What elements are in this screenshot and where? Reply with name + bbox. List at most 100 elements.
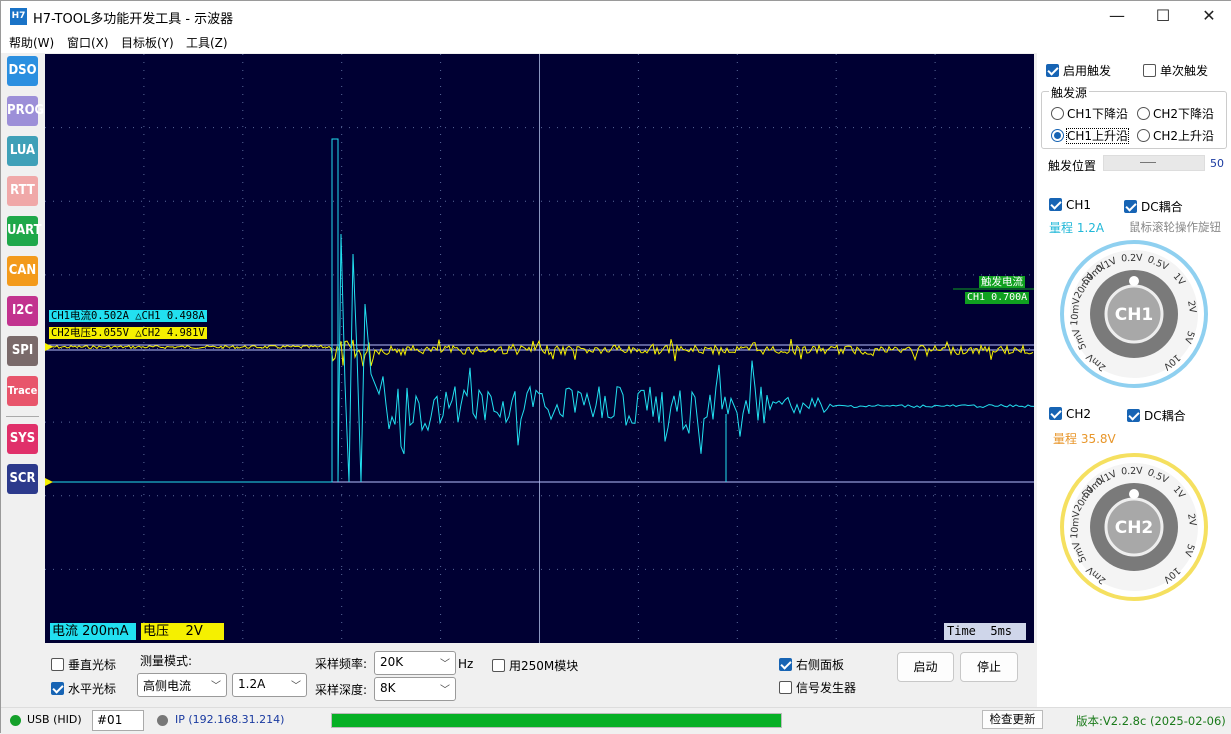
enable-trigger-checkbox[interactable]: 启用触发 (1046, 62, 1111, 79)
maximize-button[interactable]: ☐ (1140, 1, 1186, 31)
trigger-level-value: CH1 0.700A (965, 292, 1030, 304)
menu-target[interactable]: 目标板(Y) (121, 34, 174, 51)
ch2-dc-checkbox[interactable]: DC耦合 (1127, 407, 1186, 424)
knob-indicator (1129, 276, 1139, 286)
right-panel-label: 右侧面板 (796, 658, 845, 672)
sidebar-button-sys[interactable]: SYS (7, 424, 38, 454)
sidebar-button-can[interactable]: CAN (7, 256, 38, 286)
sample-rate-select[interactable]: 20K ﹀ (374, 651, 456, 675)
knob-label: CH2 (1115, 518, 1154, 538)
radio-ch1-rising[interactable]: CH1上升沿 (1051, 127, 1130, 144)
range-select[interactable]: 1.2A ﹀ (232, 673, 307, 697)
oscilloscope-display[interactable]: CH1电流0.502A △CH1 0.498A CH2电压5.055V △CH2… (45, 54, 1034, 643)
chevron-down-icon: ﹀ (440, 659, 450, 670)
checkbox-checked-icon (51, 682, 64, 695)
slider-thumb[interactable] (1140, 162, 1156, 163)
single-trigger-label: 单次触发 (1160, 64, 1209, 78)
app-window: H7 H7-TOOL多功能开发工具 - 示波器 — ☐ ✕ 帮助(W) 窗口(X… (0, 0, 1231, 734)
check-update-button[interactable]: 检查更新 (982, 710, 1043, 729)
app-icon: H7 (10, 8, 27, 25)
checkbox-checked-icon (1049, 407, 1062, 420)
close-button[interactable]: ✕ (1186, 1, 1231, 31)
ip-status: IP (192.168.31.214) (175, 713, 285, 726)
checkbox-checked-icon (1127, 409, 1140, 422)
sample-depth-select[interactable]: 8K ﹀ (374, 677, 456, 701)
sample-rate-label: 采样频率: (315, 657, 368, 671)
ch1-range: 量程 1.2A (1049, 221, 1105, 235)
device-value: #01 (97, 713, 123, 727)
time-scale-value: 5ms (990, 624, 1013, 638)
ch2-range-knob[interactable]: CH20.1V 0.2V 0.5V1V2V5V10V2mV5mV10mV20mV50… (1060, 453, 1208, 601)
checkbox-checked-icon (779, 658, 792, 671)
stop-button[interactable]: 停止 (960, 652, 1018, 682)
measure-mode-label: 测量模式: (140, 654, 193, 668)
radio-ch2-falling-label: CH2下降沿 (1153, 107, 1215, 121)
ch1-dc-label: DC耦合 (1141, 200, 1183, 214)
sidebar-button-uart[interactable]: UART (7, 216, 42, 246)
ch1-range-knob[interactable]: CH10.1V 0.2V 0.5V1V2V5V10V2mV5mV10mV20mV50… (1060, 240, 1208, 388)
title-bar: H7 H7-TOOL多功能开发工具 - 示波器 — ☐ ✕ (1, 1, 1231, 31)
trigger-position-slider[interactable] (1103, 155, 1205, 171)
signal-generator-label: 信号发生器 (796, 681, 857, 695)
knob-tick-label: 2V (1185, 513, 1198, 528)
measure-mode-select[interactable]: 高侧电流 ﹀ (137, 673, 227, 697)
ch1-enable-checkbox[interactable]: CH1 (1049, 198, 1091, 212)
checkbox-unchecked-icon (1143, 64, 1156, 77)
sidebar-button-trace[interactable]: Trace (7, 376, 38, 406)
checkbox-checked-icon (1049, 198, 1062, 211)
horizontal-cursor-checkbox[interactable]: 水平光标 (51, 680, 116, 697)
vertical-cursor-checkbox[interactable]: 垂直光标 (51, 656, 116, 673)
ch1-dc-checkbox[interactable]: DC耦合 (1124, 198, 1183, 215)
checkbox-checked-icon (1046, 64, 1059, 77)
menu-window[interactable]: 窗口(X) (67, 34, 109, 51)
radio-ch1-rising-label: CH1上升沿 (1065, 128, 1130, 144)
sidebar-button-i2c[interactable]: I2C (7, 296, 38, 326)
time-scale-name: Time (947, 624, 976, 638)
menu-tools[interactable]: 工具(Z) (186, 34, 228, 51)
knob-hint: 鼠标滚轮操作旋钮 (1129, 220, 1221, 234)
right-panel: 启用触发 单次触发 触发源 CH1下降沿 CH2下降沿 CH1上升沿 CH2上升… (1037, 53, 1231, 707)
knob-indicator (1129, 489, 1139, 499)
ch2-enable-checkbox[interactable]: CH2 (1049, 407, 1091, 421)
single-trigger-checkbox[interactable]: 单次触发 (1143, 62, 1208, 79)
sidebar-button-scr[interactable]: SCR (7, 464, 38, 494)
device-select[interactable]: #01 (92, 710, 144, 731)
scope-canvas (45, 54, 1034, 643)
minimize-button[interactable]: — (1094, 1, 1140, 31)
start-button[interactable]: 启动 (897, 652, 954, 682)
sidebar-button-lua[interactable]: LUA (7, 136, 38, 166)
version-label: 版本:V2.2.8c (2025-02-06) (1076, 714, 1226, 728)
sidebar-button-prog[interactable]: PROG (7, 96, 44, 126)
window-title: H7-TOOL多功能开发工具 - 示波器 (33, 12, 234, 27)
radio-ch1-falling[interactable]: CH1下降沿 (1051, 105, 1128, 122)
trigger-position-label: 触发位置 (1048, 159, 1097, 173)
signal-generator-checkbox[interactable]: 信号发生器 (779, 679, 856, 696)
horizontal-cursor-label: 水平光标 (68, 682, 117, 696)
time-scale-badge: Time 5ms (944, 623, 1026, 640)
sample-depth-label: 采样深度: (315, 683, 368, 697)
hz-unit: Hz (458, 657, 474, 671)
sidebar-divider (6, 416, 39, 417)
sidebar-button-spi[interactable]: SPI (7, 336, 38, 366)
checkbox-unchecked-icon (51, 658, 64, 671)
vertical-cursor-label: 垂直光标 (68, 658, 117, 672)
menu-bar: 帮助(W) 窗口(X) 目标板(Y) 工具(Z) (1, 31, 1231, 53)
right-panel-checkbox[interactable]: 右侧面板 (779, 656, 844, 673)
ip-status-icon (157, 715, 168, 726)
ch2-scale-badge: 电压 2V (141, 623, 224, 640)
ch1-scale-badge: 电流 200mA (50, 623, 136, 640)
radio-ch2-falling[interactable]: CH2下降沿 (1137, 105, 1214, 122)
knob-tick-label: 0.2V (1121, 466, 1143, 478)
ch2-cursor-readout: CH2电压5.055V △CH2 4.981V (49, 327, 207, 339)
menu-help[interactable]: 帮助(W) (9, 34, 54, 51)
ch2-dc-label: DC耦合 (1144, 409, 1186, 423)
knob-tick-label: 2V (1185, 300, 1198, 315)
trigger-source-title: 触发源 (1049, 84, 1090, 101)
radio-ch2-rising[interactable]: CH2上升沿 (1137, 127, 1214, 144)
progress-bar (331, 713, 782, 728)
sidebar-button-dso[interactable]: DSO (7, 56, 38, 86)
sidebar-button-rtt[interactable]: RTT (7, 176, 38, 206)
radio-icon (1137, 129, 1150, 142)
use-250m-checkbox[interactable]: 用250M模块 (492, 657, 578, 674)
sample-rate-value: 20K (380, 655, 404, 669)
